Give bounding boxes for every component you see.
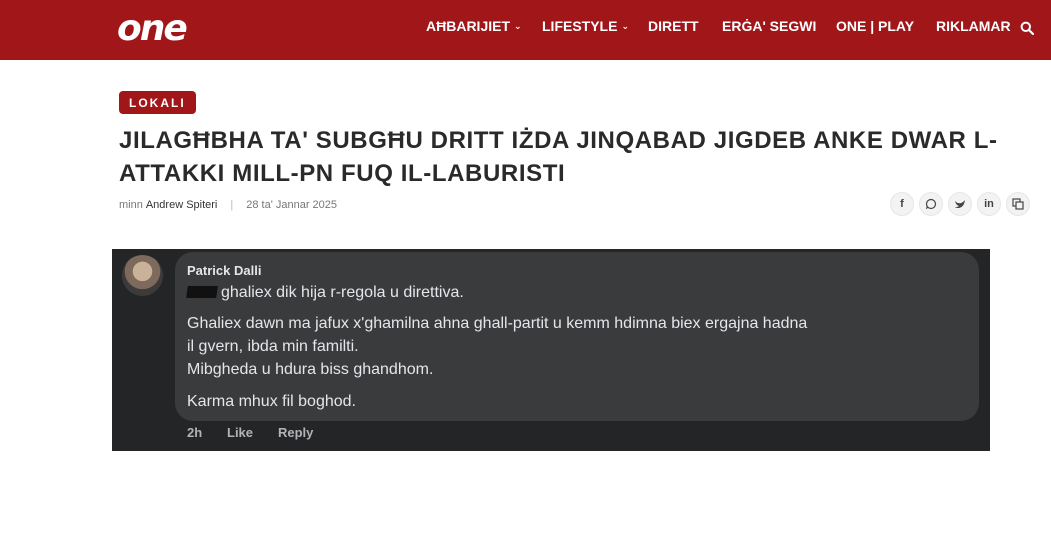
comment-bubble: Patrick Dalli ghaliex dik hija r-regola … [175, 252, 979, 421]
nav-item-dirett[interactable]: DIRETT [648, 18, 699, 34]
site-header: one AĦBARIJIET ⌄ LIFESTYLE ⌄ DIRETT ERĠA… [0, 0, 1051, 60]
nav-item-lifestyle[interactable]: LIFESTYLE ⌄ [542, 18, 629, 34]
comment-time: 2h [187, 425, 203, 440]
nav-label: ONE | PLAY [836, 18, 915, 34]
comment-text: ghaliex dik hija r-regola u direttiva. [221, 284, 464, 301]
nav-label: AĦBARIJIET [426, 18, 511, 34]
comment-line: Karma mhux fil boghod. [187, 393, 356, 410]
author-link[interactable]: Andrew Spiteri [146, 199, 218, 211]
nav-label: DIRETT [648, 18, 699, 34]
whatsapp-icon[interactable] [919, 192, 943, 216]
nav-label: ERĠA' SEGWI [722, 18, 817, 34]
chevron-down-icon: ⌄ [514, 20, 522, 31]
search-icon[interactable] [1020, 21, 1034, 35]
article-meta: minn Andrew Spiteri | 28 ta' Jannar 2025 [119, 199, 337, 211]
article-date: 28 ta' Jannar 2025 [246, 199, 338, 211]
comment-line: Mibgheda u hdura biss ghandhom. [187, 361, 434, 378]
nav-item-one-play[interactable]: ONE | PLAY [836, 18, 914, 34]
logo-text: one [117, 7, 188, 49]
chevron-down-icon: ⌄ [621, 20, 629, 31]
comment-line: il gvern, ibda min familti. [187, 338, 359, 355]
nav-item-riklamar[interactable]: RIKLAMAR [936, 18, 1011, 34]
comment-line: Ghaliex dawn ma jafux x'ghamilna ahna gh… [187, 315, 808, 332]
nav-item-erga-segwi[interactable]: ERĠA' SEGWI [722, 18, 816, 34]
category-badge[interactable]: LOKALI [119, 91, 196, 114]
byline-prefix: minn [119, 199, 143, 211]
site-logo[interactable]: one [117, 7, 188, 49]
meta-separator: | [230, 199, 234, 211]
avatar [122, 255, 163, 296]
article-title: JILAGĦBHA TA' SUBGĦU DRITT IŻDA JINQABAD… [119, 127, 998, 187]
linkedin-icon[interactable]: in [977, 192, 1001, 216]
redaction-mark [186, 286, 218, 298]
twitter-icon[interactable] [948, 192, 972, 216]
nav-label: RIKLAMAR [936, 18, 1011, 34]
facebook-icon[interactable]: f [890, 192, 914, 216]
like-button[interactable]: Like [227, 425, 253, 440]
nav-item-ahbarijiet[interactable]: AĦBARIJIET ⌄ [426, 18, 522, 34]
comment-line: ghaliex dik hija r-regola u direttiva. [186, 284, 464, 302]
nav-label: LIFESTYLE [542, 18, 618, 34]
copy-icon[interactable] [1006, 192, 1030, 216]
reply-button[interactable]: Reply [278, 425, 313, 440]
commenter-name: Patrick Dalli [187, 263, 262, 278]
comment-screenshot: Patrick Dalli ghaliex dik hija r-regola … [112, 249, 990, 451]
